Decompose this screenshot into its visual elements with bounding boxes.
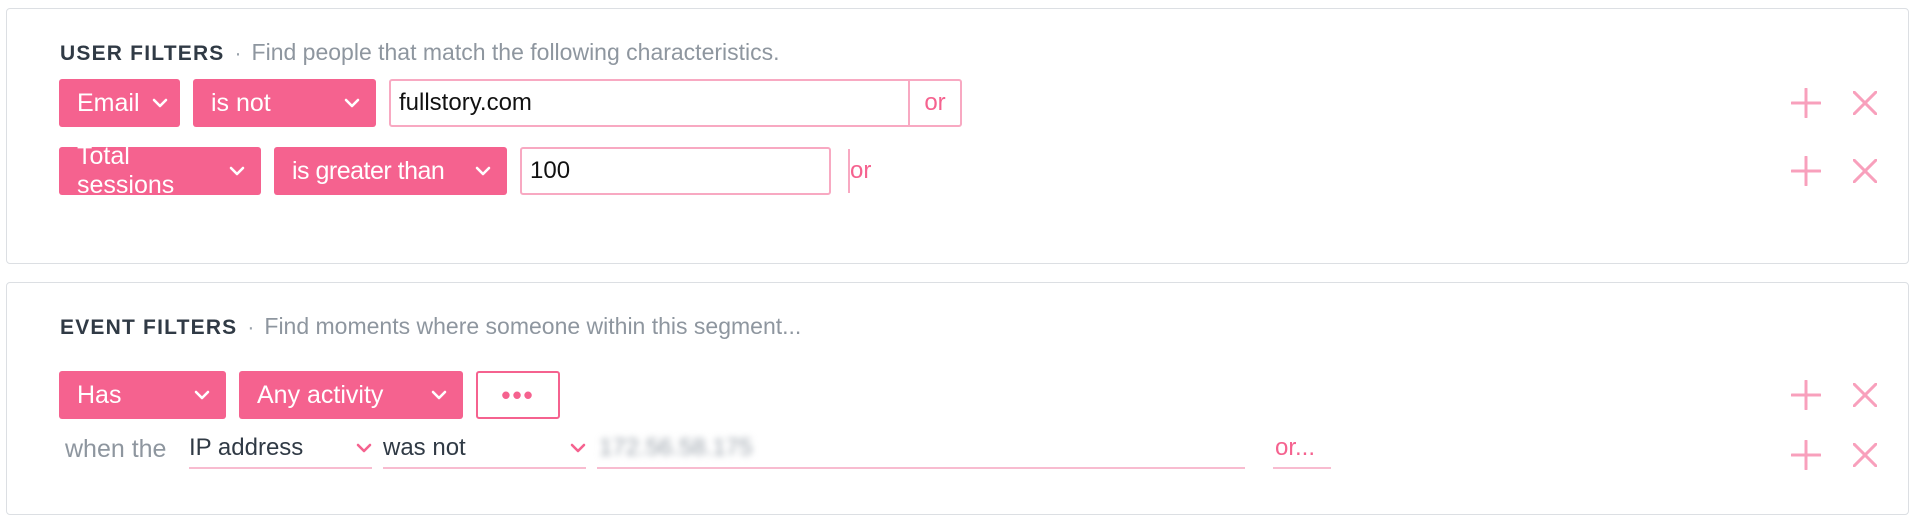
field-dropdown-label: Total sessions xyxy=(77,142,175,199)
chevron-down-icon xyxy=(229,166,245,176)
property-value-input[interactable]: 172.56.58.175 xyxy=(597,429,1245,469)
user-filters-title: USER FILTERS xyxy=(60,42,225,65)
field-dropdown[interactable]: Email xyxy=(59,79,180,127)
user-filters-heading: USER FILTERS · Find people that match th… xyxy=(60,39,780,66)
remove-filter-button[interactable] xyxy=(1853,147,1877,195)
add-condition-button[interactable] xyxy=(1791,431,1821,479)
close-icon xyxy=(1853,91,1877,115)
event-filters-heading: EVENT FILTERS · Find moments where someo… xyxy=(60,313,801,340)
user-filters-description: Find people that match the following cha… xyxy=(251,39,780,65)
remove-condition-button[interactable] xyxy=(1853,431,1877,479)
close-icon xyxy=(1853,443,1877,467)
or-button[interactable]: or xyxy=(848,149,871,193)
property-value-text: 172.56.58.175 xyxy=(599,434,753,461)
property-dropdown-label: IP address xyxy=(189,434,304,461)
property-operator-dropdown[interactable]: was not xyxy=(383,429,586,469)
event-dropdown[interactable]: Any activity xyxy=(239,371,463,419)
plus-icon xyxy=(1791,440,1821,470)
chevron-down-icon xyxy=(431,390,447,400)
verb-dropdown[interactable]: Has xyxy=(59,371,226,419)
value-input[interactable] xyxy=(522,149,848,193)
operator-dropdown-label: is greater than xyxy=(292,156,445,185)
field-dropdown-label: Email xyxy=(77,88,140,117)
more-options-button[interactable]: ••• xyxy=(476,371,560,419)
event-filters-title: EVENT FILTERS xyxy=(60,316,238,339)
or-button[interactable]: or xyxy=(908,81,960,125)
close-icon xyxy=(1853,383,1877,407)
chevron-down-icon xyxy=(570,443,586,453)
user-filters-panel: USER FILTERS · Find people that match th… xyxy=(6,8,1909,264)
or-more-button[interactable]: or... xyxy=(1273,429,1331,469)
verb-dropdown-label: Has xyxy=(77,380,122,409)
property-dropdown[interactable]: IP address xyxy=(189,429,372,469)
property-operator-label: was not xyxy=(383,434,466,461)
user-filter-row: Email is not or xyxy=(59,79,962,127)
plus-icon xyxy=(1791,88,1821,118)
add-filter-button[interactable] xyxy=(1791,147,1821,195)
user-filter-row: Total sessions is greater than or xyxy=(59,142,871,199)
heading-separator: · xyxy=(247,316,255,339)
add-filter-button[interactable] xyxy=(1791,371,1821,419)
event-filter-row: Has Any activity ••• xyxy=(59,371,560,419)
plus-icon xyxy=(1791,156,1821,186)
event-property-row: when the IP address was not 172.56.58.17… xyxy=(65,429,1365,469)
chevron-down-icon xyxy=(475,166,491,176)
value-input[interactable] xyxy=(391,81,908,125)
close-icon xyxy=(1853,159,1877,183)
remove-filter-button[interactable] xyxy=(1853,371,1877,419)
chevron-down-icon xyxy=(356,443,372,453)
remove-filter-button[interactable] xyxy=(1853,79,1877,127)
field-dropdown[interactable]: Total sessions xyxy=(59,142,261,199)
event-filters-panel: EVENT FILTERS · Find moments where someo… xyxy=(6,282,1909,515)
chevron-down-icon xyxy=(194,390,210,400)
operator-dropdown[interactable]: is not xyxy=(193,79,376,127)
chevron-down-icon xyxy=(152,98,167,108)
event-dropdown-label: Any activity xyxy=(257,380,384,409)
plus-icon xyxy=(1791,380,1821,410)
when-the-label: when the xyxy=(65,435,167,463)
chevron-down-icon xyxy=(344,98,360,108)
operator-dropdown-label: is not xyxy=(211,88,271,117)
event-filters-description: Find moments where someone within this s… xyxy=(264,313,802,339)
operator-dropdown[interactable]: is greater than xyxy=(274,147,507,195)
value-input-group: or xyxy=(520,147,871,195)
value-input-group: or xyxy=(389,79,962,127)
add-filter-button[interactable] xyxy=(1791,79,1821,127)
heading-separator: · xyxy=(234,42,242,65)
